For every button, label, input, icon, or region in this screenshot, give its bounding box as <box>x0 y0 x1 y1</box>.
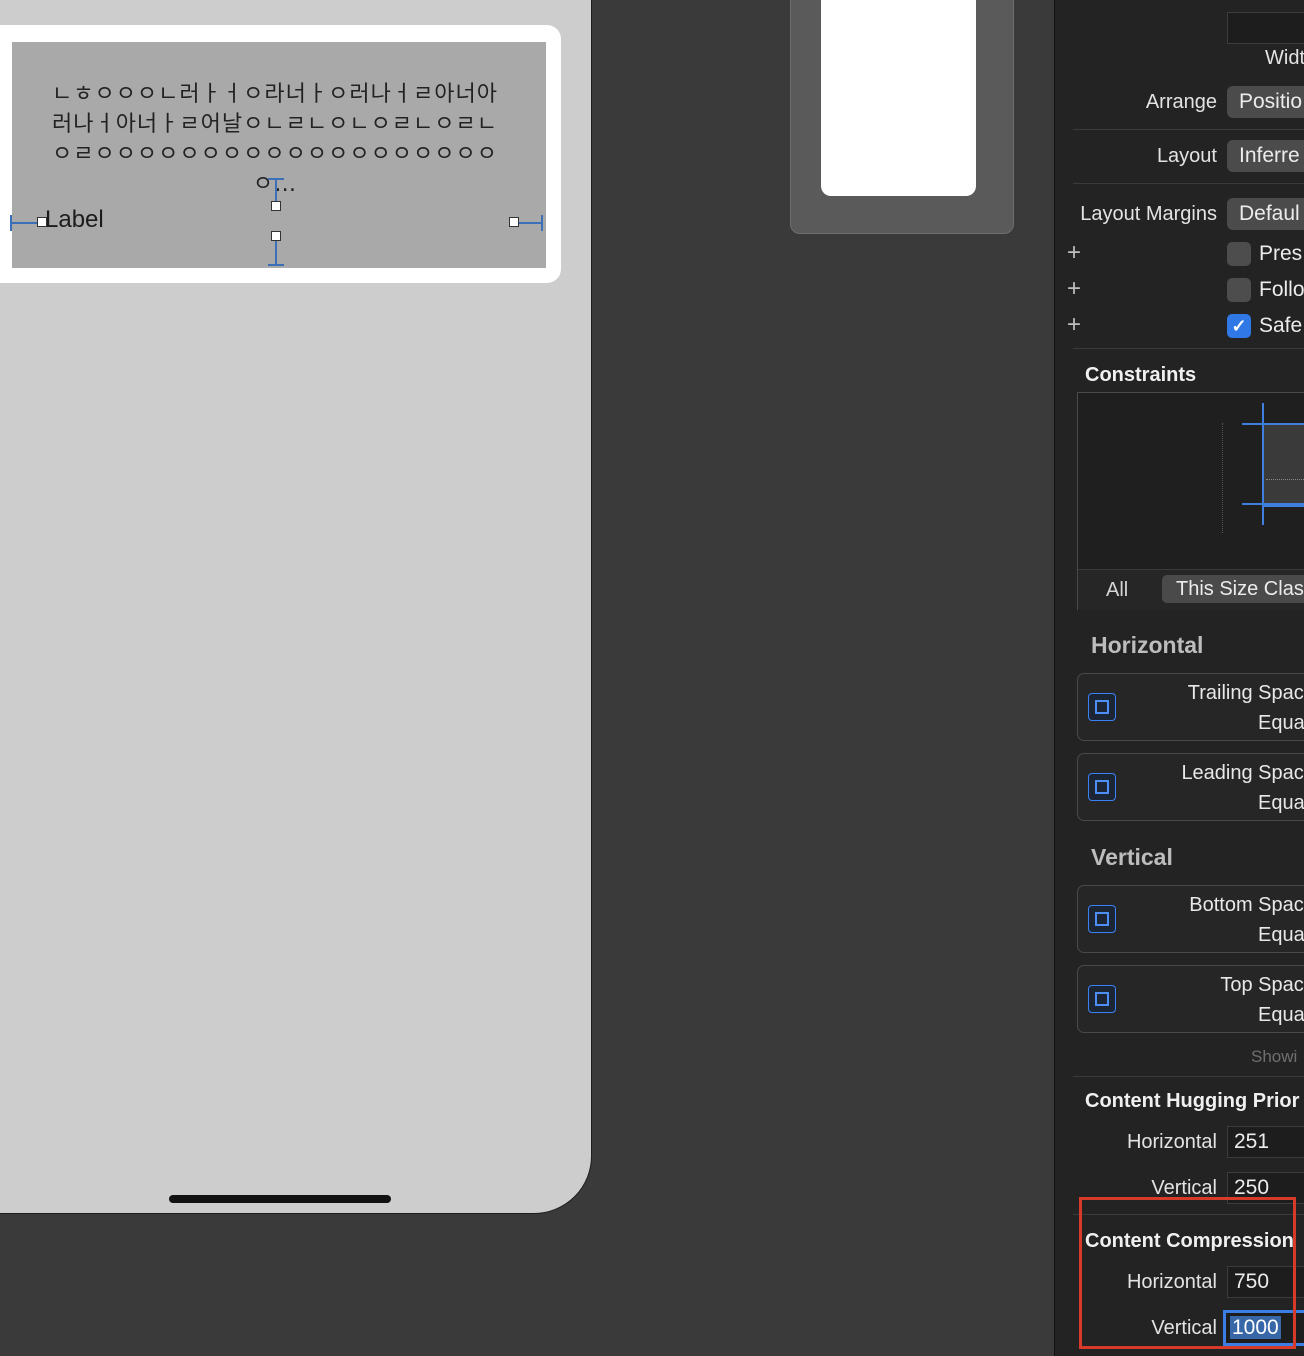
compression-vertical-value: 1000 <box>1230 1316 1281 1339</box>
add-variation-icon[interactable]: + <box>1067 277 1081 301</box>
hugging-vertical-label: Vertical <box>1151 1177 1217 1199</box>
home-indicator <box>169 1195 391 1203</box>
bottom-space-icon <box>1088 905 1116 933</box>
add-variation-icon[interactable]: + <box>1067 313 1081 337</box>
layout-popup[interactable]: Inferre <box>1227 140 1304 172</box>
constraint-relation: Equa <box>1258 1004 1304 1026</box>
layout-margins-popup[interactable]: Defaul <box>1227 198 1304 230</box>
constraints-segment-bar: All This Size Clas <box>1078 569 1304 610</box>
constraint-title: Trailing Space t <box>1187 682 1304 704</box>
trailing-space-icon <box>1088 693 1116 721</box>
checkbox-label: Safe <box>1259 314 1303 337</box>
divider <box>1073 129 1304 130</box>
divider <box>1073 1214 1304 1215</box>
content-hugging-title: Content Hugging Prior <box>1085 1090 1300 1112</box>
compression-horizontal-field[interactable]: 750 <box>1227 1266 1304 1298</box>
vertical-group-title: Vertical <box>1091 844 1173 870</box>
size-inspector-panel: Widt Arrange Positio Layout Inferre Layo… <box>1054 0 1304 1356</box>
showing-text: Showi <box>1251 1047 1298 1066</box>
add-variation-icon[interactable]: + <box>1067 241 1081 265</box>
constraint-dotted-frame <box>1222 423 1224 533</box>
constraint-diagram-view <box>1262 423 1304 507</box>
segment-all[interactable]: All <box>1106 579 1128 602</box>
divider <box>1073 183 1304 184</box>
top-constraint-line[interactable] <box>275 178 277 202</box>
resize-handle-left[interactable] <box>37 217 47 227</box>
bottom-constraint-line[interactable] <box>275 240 277 266</box>
constraint-horizontal-line-top <box>1242 423 1304 425</box>
hugging-vertical-field[interactable]: 250 <box>1227 1172 1304 1204</box>
horizontal-group-title: Horizontal <box>1091 632 1204 658</box>
constraint-row-bottom[interactable]: Bottom Space t Equa <box>1077 885 1304 953</box>
divider <box>1073 348 1304 349</box>
constraints-title: Constraints <box>1085 364 1197 386</box>
constraint-relation: Equa <box>1258 712 1304 734</box>
leading-space-icon <box>1088 773 1116 801</box>
layout-label: Layout <box>1156 145 1217 167</box>
device-preview-screen <box>821 0 976 196</box>
device-preview <box>790 0 1014 234</box>
constraint-title: Bottom Space t <box>1189 894 1304 916</box>
follow-readable-width-checkbox[interactable] <box>1227 278 1251 302</box>
hugging-horizontal-field[interactable]: 251 <box>1227 1126 1304 1158</box>
layout-margins-label: Layout Margins <box>1080 203 1217 225</box>
compression-vertical-label: Vertical <box>1151 1317 1217 1339</box>
preserve-superview-margins-checkbox[interactable] <box>1227 242 1251 266</box>
trailing-constraint-line[interactable] <box>518 222 542 224</box>
short-label[interactable]: Label <box>45 206 104 234</box>
bottom-constraint-cap <box>268 264 284 266</box>
width-label: Widt <box>1265 47 1304 69</box>
top-space-icon <box>1088 985 1116 1013</box>
constraint-horizontal-line-bottom <box>1242 503 1304 505</box>
constraint-row-leading[interactable]: Leading Space t Equa <box>1077 753 1304 821</box>
hugging-horizontal-label: Horizontal <box>1126 1131 1217 1153</box>
resize-handle-right[interactable] <box>509 217 519 227</box>
divider <box>1073 1076 1304 1077</box>
constraints-diagram[interactable]: All This Size Clas <box>1077 392 1304 610</box>
compression-vertical-field[interactable]: 1000 <box>1223 1310 1304 1346</box>
top-constraint-cap <box>268 178 284 180</box>
constraint-vertical-line <box>1262 403 1264 525</box>
constraint-row-top[interactable]: Top Space t Equa <box>1077 965 1304 1033</box>
checkbox-label: Follo <box>1259 278 1304 301</box>
leading-constraint-cap <box>10 215 12 231</box>
constraint-title: Top Space t <box>1220 974 1304 996</box>
safe-area-checkbox[interactable]: ✓ <box>1227 314 1251 338</box>
resize-handle-bottom[interactable] <box>271 231 281 241</box>
compression-horizontal-label: Horizontal <box>1126 1271 1217 1293</box>
checkbox-label: Pres <box>1259 242 1303 265</box>
arrange-popup[interactable]: Positio <box>1227 86 1304 118</box>
arrange-label: Arrange <box>1145 91 1217 113</box>
constraint-row-trailing[interactable]: Trailing Space t Equa <box>1077 673 1304 741</box>
constraint-relation: Equa <box>1258 924 1304 946</box>
constraint-title: Leading Space t <box>1181 762 1304 784</box>
resize-handle-top[interactable] <box>271 201 281 211</box>
constraint-relation: Equa <box>1258 792 1304 814</box>
content-compression-title: Content Compression <box>1085 1230 1294 1252</box>
width-field[interactable] <box>1227 12 1304 44</box>
constraint-dotted-line <box>1266 479 1304 480</box>
segment-this-size-class[interactable]: This Size Clas <box>1162 575 1304 603</box>
trailing-constraint-cap <box>541 215 543 231</box>
